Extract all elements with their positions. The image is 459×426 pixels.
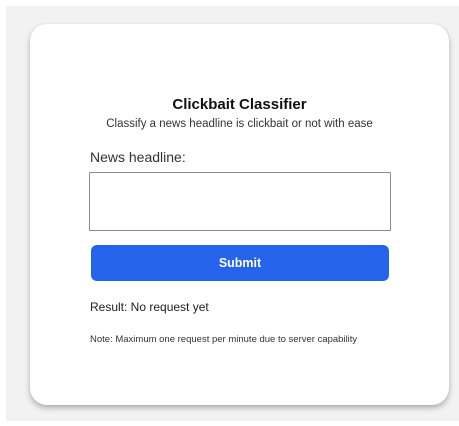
submit-button[interactable]: Submit (91, 245, 389, 281)
result-text: Result: No request yet (90, 300, 209, 314)
headline-input[interactable] (89, 172, 391, 231)
page-subtitle: Classify a news headline is clickbait or… (106, 118, 373, 130)
note-text: Note: Maximum one request per minute due… (90, 334, 358, 345)
page-background: Clickbait Classifier Classify a news hea… (6, 6, 459, 421)
page-title: Clickbait Classifier (172, 96, 307, 113)
headline-label: News headline: (90, 149, 186, 165)
classifier-card: Clickbait Classifier Classify a news hea… (30, 24, 449, 405)
